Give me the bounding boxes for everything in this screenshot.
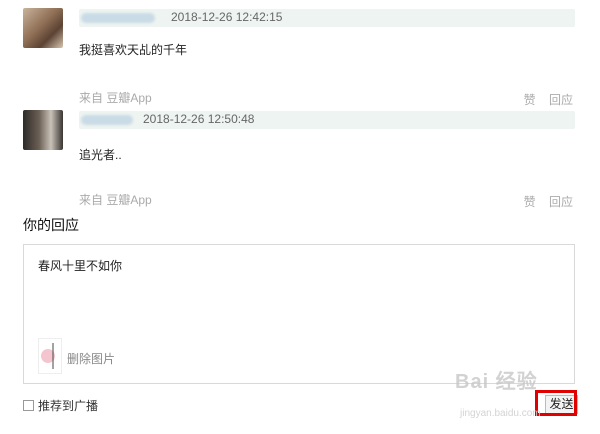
like-link[interactable]: 赞: [524, 195, 536, 209]
like-link[interactable]: 赞: [524, 93, 536, 107]
attached-image-thumbnail: [38, 338, 62, 374]
comment-text: 追光者..: [79, 148, 122, 162]
recommend-label: 推荐到广播: [38, 399, 99, 413]
watermark-url: jingyan.baidu.com: [460, 408, 541, 419]
comment-source: 来自 豆瓣App: [79, 91, 152, 105]
recommend-checkbox[interactable]: [23, 400, 34, 411]
blurred-username: [81, 13, 155, 23]
user-avatar[interactable]: [23, 110, 63, 150]
reply-textarea[interactable]: 春风十里不如你 删除图片: [23, 244, 575, 384]
comment-text: 我挺喜欢天乩的千年: [79, 43, 188, 57]
reply-section-title: 你的回应: [23, 217, 79, 233]
recommend-to-broadcast[interactable]: 推荐到广播: [23, 397, 98, 414]
reply-link[interactable]: 回应: [549, 195, 573, 209]
reply-link[interactable]: 回应: [549, 93, 573, 107]
watermark-logo: Bai 经验: [455, 371, 538, 393]
highlight-box: [535, 390, 577, 416]
comment-actions: 赞 回应: [514, 91, 573, 108]
comment-meta-bar: 2018-12-26 12:42:15: [79, 9, 575, 27]
comment-source: 来自 豆瓣App: [79, 193, 152, 207]
comment-meta-bar: 2018-12-26 12:50:48: [79, 111, 575, 129]
image-ink: [52, 343, 54, 369]
delete-image-link[interactable]: 删除图片: [67, 350, 115, 367]
reply-input-text[interactable]: 春风十里不如你: [38, 257, 122, 274]
comment-timestamp: 2018-12-26 12:42:15: [171, 10, 283, 24]
comment-timestamp: 2018-12-26 12:50:48: [143, 112, 255, 126]
comment-actions: 赞 回应: [514, 193, 573, 210]
user-avatar[interactable]: [23, 8, 63, 48]
blurred-username: [81, 115, 133, 125]
